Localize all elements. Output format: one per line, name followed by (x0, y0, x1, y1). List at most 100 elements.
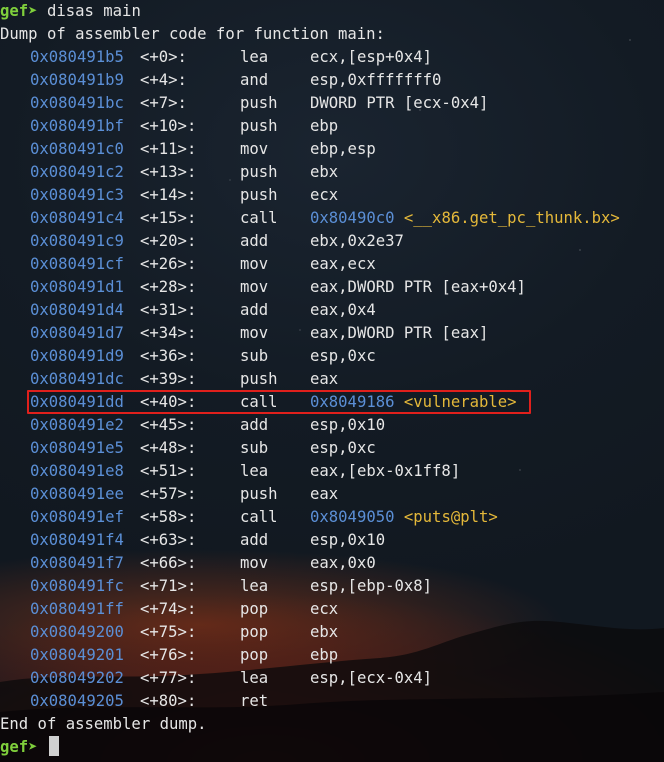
call-target-symbol: <__x86.get_pc_thunk.bx> (403, 209, 620, 227)
instruction-offset: <+20>: (140, 232, 197, 250)
instruction-offset: <+51>: (140, 462, 197, 480)
instruction-row: 0x080491d9 <+36>: sub esp,0xc (0, 345, 664, 368)
instruction-address: 0x080491d4 (30, 301, 124, 319)
instruction-row: 0x080491ff <+74>: pop ecx (0, 598, 664, 621)
instruction-address: 0x08049200 (30, 623, 124, 641)
instruction-operands: ebx (310, 163, 339, 181)
instruction-operands: eax (310, 370, 339, 388)
instruction-mnemonic: add (240, 232, 269, 250)
instruction-offset: <+39>: (140, 370, 197, 388)
instruction-row: 0x080491dc <+39>: push eax (0, 368, 664, 391)
gef-prompt: gef➤ (0, 2, 38, 20)
instruction-address: 0x08049201 (30, 646, 124, 664)
instruction-row: 0x08049201 <+76>: pop ebp (0, 644, 664, 667)
instruction-address: 0x08049205 (30, 692, 124, 710)
instruction-offset: <+75>: (140, 623, 197, 641)
instruction-operands: esp,0x10 (310, 531, 386, 549)
instruction-row: 0x080491c2 <+13>: push ebx (0, 161, 664, 184)
instruction-row: 0x08049202 <+77>: lea esp,[ecx-0x4] (0, 667, 664, 690)
instruction-offset: <+77>: (140, 669, 197, 687)
instruction-operands: esp,[ebp-0x8] (310, 577, 433, 595)
instruction-mnemonic: push (240, 117, 278, 135)
instruction-address: 0x080491ef (30, 508, 124, 526)
instruction-address: 0x080491b5 (30, 48, 124, 66)
instruction-row: 0x080491d1 <+28>: mov eax,DWORD PTR [eax+0x… (0, 276, 664, 299)
instruction-mnemonic: ret (240, 692, 269, 710)
instruction-offset: <+13>: (140, 163, 197, 181)
instruction-offset: <+80>: (140, 692, 197, 710)
active-prompt-line[interactable]: gef➤ (0, 736, 664, 759)
instruction-operands: ebx (310, 623, 339, 641)
instruction-row: 0x080491e8 <+51>: lea eax,[ebx-0x1ff8] (0, 460, 664, 483)
instruction-operands: esp,0x10 (310, 416, 386, 434)
instruction-operands: ebp (310, 117, 339, 135)
instruction-address: 0x080491c0 (30, 140, 124, 158)
instruction-operands: eax,[ebx-0x1ff8] (310, 462, 461, 480)
instruction-operands: ebx,0x2e37 (310, 232, 404, 250)
instruction-operands: esp,0xfffffff0 (310, 71, 442, 89)
instruction-mnemonic: pop (240, 646, 269, 664)
instruction-operands: ecx,[esp+0x4] (310, 48, 433, 66)
instruction-address: 0x080491ff (30, 600, 124, 618)
instruction-operands: ebp,esp (310, 140, 376, 158)
instruction-mnemonic: add (240, 416, 269, 434)
instruction-operands: ebp (310, 646, 339, 664)
instruction-operands: esp,0xc (310, 347, 376, 365)
instruction-row: 0x080491d4 <+31>: add eax,0x4 (0, 299, 664, 322)
instruction-row: 0x080491b5 <+0>: lea ecx,[esp+0x4] (0, 46, 664, 69)
instruction-operands: 0x8049050 <puts@plt> (310, 506, 498, 529)
instruction-operands: esp,0xc (310, 439, 376, 457)
instruction-address: 0x080491d1 (30, 278, 124, 296)
instruction-offset: <+7>: (140, 94, 187, 112)
instruction-mnemonic: push (240, 370, 278, 388)
instruction-address: 0x080491dc (30, 370, 124, 388)
instruction-operands: eax,0x0 (310, 554, 376, 572)
instruction-mnemonic: add (240, 301, 269, 319)
instruction-mnemonic: push (240, 94, 278, 112)
instruction-mnemonic: pop (240, 623, 269, 641)
instruction-row: 0x080491cf <+26>: mov eax,ecx (0, 253, 664, 276)
instruction-offset: <+28>: (140, 278, 197, 296)
instruction-mnemonic: lea (240, 669, 269, 687)
instruction-offset: <+76>: (140, 646, 197, 664)
instruction-offset: <+10>: (140, 117, 197, 135)
instruction-mnemonic: add (240, 531, 269, 549)
instruction-operands: eax,DWORD PTR [eax] (310, 324, 489, 342)
instruction-address: 0x080491c9 (30, 232, 124, 250)
call-target-address: 0x80490c0 (310, 209, 395, 227)
terminal-output: gef➤ disas main Dump of assembler code f… (0, 0, 664, 759)
instruction-operands: eax,DWORD PTR [eax+0x4] (310, 278, 526, 296)
instruction-row: 0x080491bf <+10>: push ebp (0, 115, 664, 138)
instruction-row: 0x080491c3 <+14>: push ecx (0, 184, 664, 207)
instruction-offset: <+57>: (140, 485, 197, 503)
instruction-mnemonic: sub (240, 439, 269, 457)
instruction-offset: <+15>: (140, 209, 197, 227)
instruction-address: 0x080491d9 (30, 347, 124, 365)
instruction-address: 0x080491cf (30, 255, 124, 273)
instruction-address: 0x080491e8 (30, 462, 124, 480)
dump-header: Dump of assembler code for function main… (0, 25, 385, 43)
highlight-box (27, 390, 531, 414)
instruction-mnemonic: push (240, 485, 278, 503)
instruction-row: 0x080491ee <+57>: push eax (0, 483, 664, 506)
instruction-address: 0x080491ee (30, 485, 124, 503)
instruction-mnemonic: mov (240, 324, 269, 342)
disassembly-listing: 0x080491b5 <+0>: lea ecx,[esp+0x4] 0x080491b… (0, 46, 664, 713)
instruction-offset: <+34>: (140, 324, 197, 342)
instruction-address: 0x080491f7 (30, 554, 124, 572)
instruction-offset: <+36>: (140, 347, 197, 365)
instruction-mnemonic: mov (240, 140, 269, 158)
instruction-offset: <+14>: (140, 186, 197, 204)
instruction-row: 0x080491f4 <+63>: add esp,0x10 (0, 529, 664, 552)
instruction-row: 0x080491e2 <+45>: add esp,0x10 (0, 414, 664, 437)
instruction-row: 0x080491ef <+58>: call 0x8049050 <puts@plt> (0, 506, 664, 529)
instruction-offset: <+48>: (140, 439, 197, 457)
instruction-row: 0x080491f7 <+66>: mov eax,0x0 (0, 552, 664, 575)
instruction-address: 0x080491fc (30, 577, 124, 595)
instruction-mnemonic: mov (240, 554, 269, 572)
instruction-mnemonic: push (240, 163, 278, 181)
instruction-mnemonic: pop (240, 600, 269, 618)
instruction-address: 0x080491bc (30, 94, 124, 112)
instruction-operands: eax (310, 485, 339, 503)
instruction-row: 0x08049205 <+80>: ret (0, 690, 664, 713)
